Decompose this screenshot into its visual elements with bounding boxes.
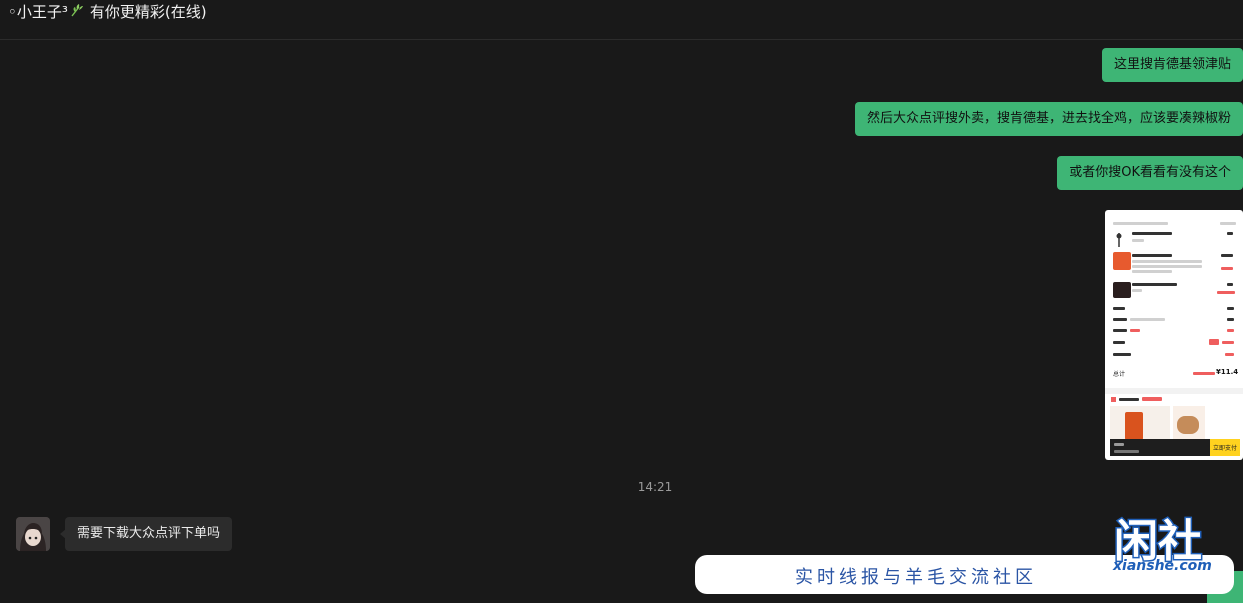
item-image — [1113, 252, 1131, 270]
message-text: 这里搜肯德基领津贴 — [1113, 57, 1231, 72]
chat-header: ◦小王子³ 有你更精彩(在线) — [0, 0, 1243, 40]
promo-image — [1125, 412, 1143, 440]
total-label: 总计 — [1113, 371, 1126, 378]
sprout-icon — [70, 3, 84, 23]
avatar[interactable] — [16, 517, 50, 551]
image-message-order-screenshot[interactable]: 总计 ¥11.4 立即支付 — [1105, 210, 1243, 460]
item-image — [1115, 232, 1123, 247]
contact-status: 有你更精彩(在线) — [89, 3, 207, 21]
chat-title[interactable]: ◦小王子³ 有你更精彩(在线) — [8, 2, 207, 23]
message-bubble-out[interactable]: 然后大众点评搜外卖，搜肯德基，进去找全鸡，应该要凑辣椒粉 — [854, 102, 1243, 136]
total-value: ¥11.4 — [1216, 368, 1239, 376]
contact-name: ◦小王子³ — [8, 3, 68, 21]
message-text: 需要下载大众点评下单吗 — [77, 526, 221, 541]
chat-window: ◦小王子³ 有你更精彩(在线) 这里搜肯德基领津贴 然后大众点评搜外卖，搜肯德基… — [0, 0, 1243, 603]
message-bubble-in[interactable]: 需要下载大众点评下单吗 — [59, 517, 233, 551]
watermark-domain: xianshe.com — [1113, 558, 1212, 574]
message-timestamp: 14:21 — [637, 480, 673, 494]
message-text: 然后大众点评搜外卖，搜肯德基，进去找全鸡，应该要凑辣椒粉 — [866, 111, 1231, 126]
message-bubble-out[interactable]: 这里搜肯德基领津贴 — [1101, 48, 1243, 82]
message-text: 或者你搜OK看看有没有这个 — [1069, 165, 1231, 180]
avatar-image — [16, 517, 50, 551]
pay-button-label: 立即支付 — [1213, 445, 1238, 452]
watermark-slogan: 实时线报与羊毛交流社区 — [795, 567, 1037, 588]
item-image — [1113, 282, 1131, 298]
sprout-icon-svg — [71, 4, 83, 17]
promo-image — [1177, 416, 1199, 434]
pay-button: 立即支付 — [1210, 439, 1240, 456]
message-bubble-out[interactable]: 或者你搜OK看看有没有这个 — [1057, 156, 1243, 190]
